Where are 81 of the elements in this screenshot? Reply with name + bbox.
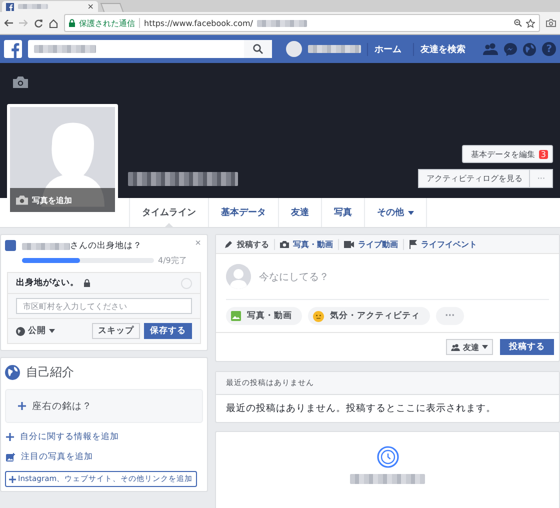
recent-posts-message: 最近の投稿はありません。投稿するとここに表示されます。 [225,402,497,416]
lock-icon [69,19,75,27]
caret-icon [49,329,55,333]
blurred-text [308,45,362,53]
skip-button[interactable]: スキップ [92,323,140,339]
blurred-text [22,242,70,250]
profile-tab[interactable]: その他 [364,198,427,227]
intro-link[interactable]: 自分に関する情報を追加 [20,431,119,443]
radio-button[interactable] [181,278,192,288]
city-input-field[interactable]: 市区町村を入力してください [16,298,192,314]
url-text: https://www.facebook.com/ [144,18,253,28]
plus-icon [6,433,14,441]
facebook-logo-icon[interactable] [4,40,22,58]
video-camera-icon [344,240,354,248]
caret-icon [482,345,488,349]
question-label: 出身地がない。 [16,277,79,289]
globe-icon[interactable] [523,42,536,56]
profile-tab[interactable]: 友達 [278,198,321,227]
composer-action-button[interactable]: 写真・動画 [226,307,302,325]
profile-picture-frame[interactable]: 写真を追加 [7,104,118,215]
reload-icon[interactable] [34,18,43,28]
facebook-favicon-icon [6,2,14,10]
composer-tab[interactable]: ライフイベント [404,238,482,250]
tab-close-button[interactable]: × [87,2,94,11]
plus-icon [18,402,26,410]
friends-icon[interactable] [483,43,498,55]
search-button[interactable] [244,40,272,58]
blurred-text [34,45,96,53]
edit-profile-button[interactable]: 基本データを編集 3 [462,145,553,163]
messenger-icon[interactable] [504,42,518,56]
pencil-icon [225,240,233,248]
camera-icon[interactable] [13,76,28,88]
add-photo-label: 写真を追加 [32,194,72,206]
browser-tab[interactable]: × [2,1,98,12]
avatar-silhouette [226,264,251,289]
globe-icon [5,365,20,380]
zoom-icon[interactable] [514,19,522,27]
friends-icon [451,344,460,350]
profile-tab[interactable]: 基本データ [208,198,278,227]
blurred-text [256,20,307,26]
motto-link[interactable]: 座右の銘は？ [32,400,92,412]
smiley-icon [313,310,324,322]
progress-reading: 4/9完了 [158,255,187,266]
notification-badge: 3 [538,150,548,158]
address-bar[interactable]: 保護された通信 https://www.facebook.com/ [64,14,540,32]
audience-dropdown[interactable]: 友達 [446,339,493,355]
composer-tab[interactable]: 投稿する [220,238,275,250]
camera-icon [16,195,28,205]
back-arrow-icon[interactable] [4,19,13,27]
lock-icon [84,279,90,287]
plus-icon [9,476,16,482]
page-icon [5,240,16,251]
home-icon[interactable] [49,18,58,28]
intro-title: 自己紹介 [26,364,74,381]
intro-link[interactable]: 注目の写真を追加 [21,451,93,463]
save-button[interactable]: 保存する [144,323,192,339]
profile-tab[interactable]: タイムライン [129,198,208,227]
add-photo-overlay[interactable]: 写真を追加 [10,188,115,212]
profile-tab[interactable]: 写真 [321,198,364,227]
search-field[interactable] [28,40,272,58]
camera-icon[interactable] [546,19,556,27]
nav-link[interactable]: 友達を検索 [413,42,472,56]
activity-log-button[interactable]: アクティビティログを見る [418,169,530,188]
blurred-text [18,4,48,9]
privacy-dropdown[interactable]: 公開 [16,325,55,337]
flag-icon [409,240,417,248]
avatar-circle[interactable] [286,41,302,57]
globe-icon [16,326,25,336]
nav-link[interactable]: ホーム [367,42,408,56]
composer-tab[interactable]: 写真・動画 [275,238,339,250]
clock-icon [376,446,398,468]
post-button[interactable]: 投稿する [500,339,554,355]
search-icon [253,44,264,54]
composer-tab[interactable]: ライブ動画 [339,238,404,250]
secure-connection-label: 保護された通信 [79,18,135,28]
composer-action-button[interactable]: 気分・アクティビティ [308,307,430,325]
camera-icon [280,240,289,248]
photo-add-icon [6,452,15,462]
question-title: さんの出身地は？ [70,240,142,252]
photo-icon [231,311,241,321]
star-icon[interactable] [526,18,535,28]
